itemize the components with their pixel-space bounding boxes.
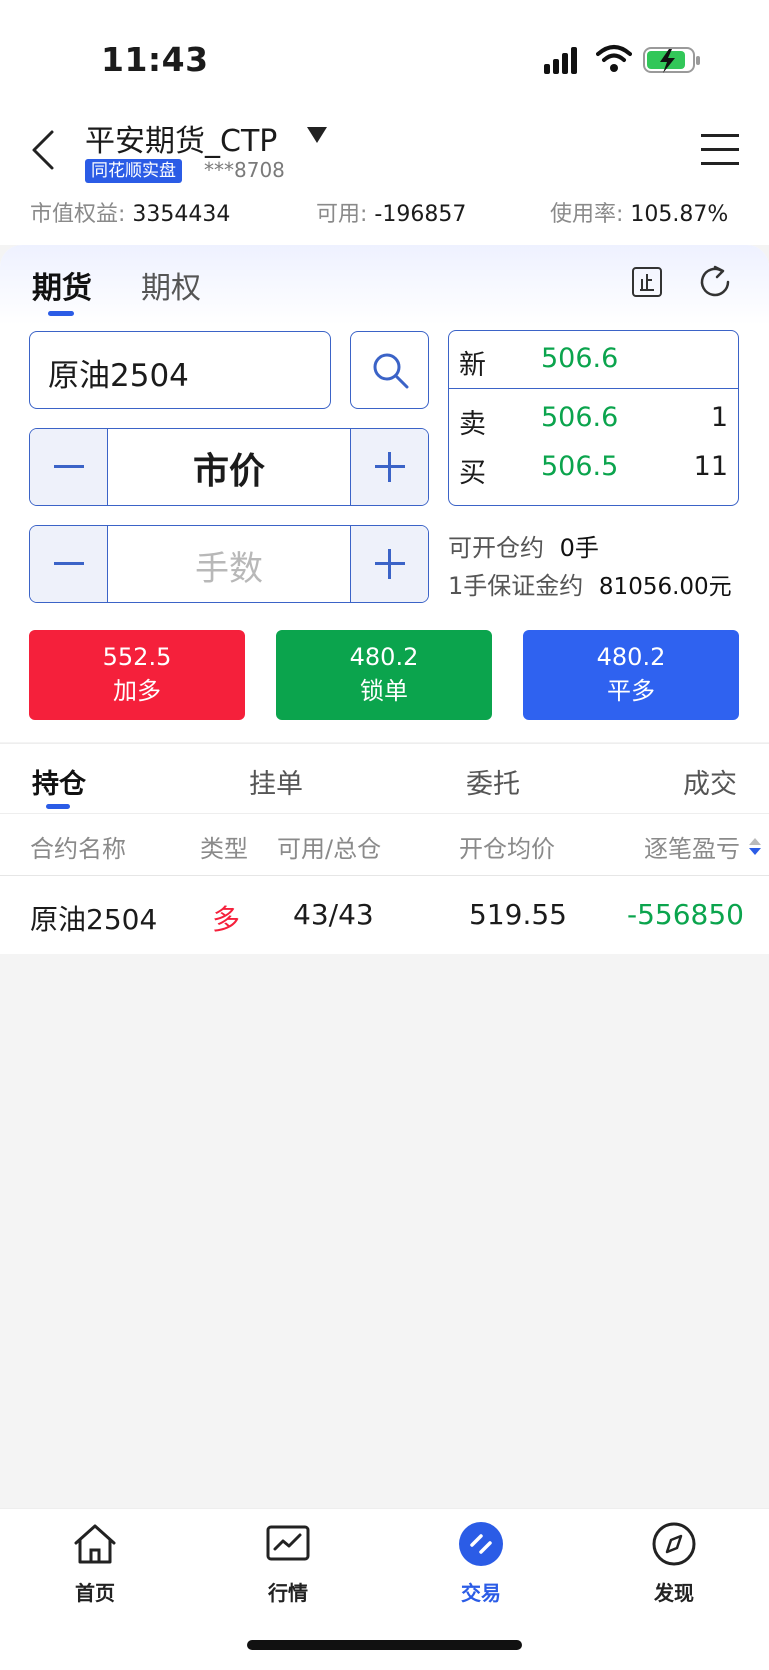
account-title[interactable]: 平安期货_CTP: [85, 116, 277, 160]
margin-value: 81056.00元: [598, 574, 732, 600]
chart-icon: [266, 1525, 310, 1561]
bid-label: 买: [459, 458, 486, 489]
open-info: 可开仓约 0手: [448, 528, 599, 563]
col-contract: 合约名称: [30, 835, 126, 863]
broker-tag: 同花顺实盘: [85, 159, 182, 183]
minus-icon: [53, 465, 84, 468]
add-long-label: 加多: [113, 677, 161, 705]
nav-market-label: 行情: [268, 1581, 308, 1605]
status-time: 11:43: [101, 40, 209, 79]
positions-table-header: 合约名称 类型 可用/总仓 开仓均价 逐笔盈亏: [0, 813, 769, 876]
lock-price: 480.2: [349, 643, 419, 671]
tab-indicator: [46, 804, 70, 809]
lots-input[interactable]: 手数: [108, 526, 350, 602]
plus-icon: [374, 452, 405, 482]
lots-decrease-button[interactable]: [30, 526, 108, 602]
menu-icon[interactable]: [701, 132, 739, 168]
lots-increase-button[interactable]: [350, 526, 428, 602]
add-long-button[interactable]: 552.5 加多: [29, 630, 245, 720]
compass-icon: [652, 1522, 696, 1566]
nav-discover-label: 发现: [654, 1581, 694, 1605]
trade-panel: 期货 期权 原油2504 市价 手数 新 506.6 卖 506.6 1 买 5…: [0, 245, 769, 742]
search-icon: [373, 353, 409, 389]
sort-icon[interactable]: [748, 837, 762, 857]
available-value: -196857: [374, 202, 467, 227]
col-avg-price: 开仓均价: [459, 835, 555, 863]
ask-volume: 1: [710, 402, 728, 433]
row-contract: 原油2504: [30, 903, 158, 936]
back-icon[interactable]: [30, 128, 56, 172]
nav-trade-label: 交易: [461, 1581, 501, 1605]
nav-trade[interactable]: 交易: [426, 1521, 536, 1606]
search-button[interactable]: [350, 331, 429, 409]
open-value: 0手: [559, 534, 599, 562]
wifi-icon: [596, 45, 632, 72]
equity-label: 市值权益:: [30, 202, 126, 227]
nav-discover[interactable]: 发现: [619, 1521, 729, 1606]
contract-value: 原油2504: [48, 358, 189, 394]
available-stat: 可用: -196857: [316, 196, 466, 228]
nav-home[interactable]: 首页: [40, 1521, 150, 1606]
tab-indicator: [48, 311, 74, 316]
contract-input[interactable]: 原油2504: [29, 331, 331, 409]
home-icon: [74, 1524, 116, 1564]
col-pnl[interactable]: 逐笔盈亏: [644, 829, 740, 864]
account-number: ***8708: [204, 158, 285, 182]
add-long-price: 552.5: [102, 643, 172, 671]
tab-options[interactable]: 期权: [141, 263, 201, 307]
lock-label: 锁单: [360, 677, 408, 705]
available-label: 可用:: [316, 202, 368, 227]
open-label: 可开仓约: [448, 534, 544, 562]
signal-icon: [544, 47, 577, 74]
minus-icon: [53, 562, 84, 565]
stop-order-icon[interactable]: [631, 266, 663, 298]
price-stepper[interactable]: 市价: [29, 428, 429, 506]
tab-futures[interactable]: 期货: [32, 263, 92, 307]
tab-positions[interactable]: 持仓: [32, 762, 86, 801]
close-long-button[interactable]: 480.2 平多: [523, 630, 739, 720]
row-pnl: -556850: [627, 898, 744, 931]
caret-down-icon[interactable]: [306, 126, 328, 144]
account-header: 平安期货_CTP 同花顺实盘 ***8708 市值权益: 3354434 可用:…: [0, 110, 769, 245]
plus-icon: [374, 549, 405, 579]
price-increase-button[interactable]: [350, 429, 428, 505]
margin-info: 1手保证金约 81056.00元: [448, 566, 732, 601]
price-value[interactable]: 市价: [108, 429, 350, 505]
equity-value: 3354434: [132, 202, 231, 227]
price-decrease-button[interactable]: [30, 429, 108, 505]
home-indicator[interactable]: [247, 1640, 522, 1650]
ask-label: 卖: [459, 409, 486, 440]
close-long-label: 平多: [607, 677, 655, 705]
tab-pending[interactable]: 挂单: [249, 762, 303, 801]
col-type: 类型: [200, 835, 248, 863]
nav-home-label: 首页: [75, 1581, 115, 1605]
bid-volume: 11: [693, 451, 728, 482]
close-long-price: 480.2: [596, 643, 666, 671]
tab-orders[interactable]: 委托: [466, 762, 520, 801]
usage-label: 使用率:: [550, 202, 624, 227]
trade-icon: [459, 1522, 503, 1566]
position-tabs: 持仓 挂单 委托 成交: [0, 743, 769, 813]
row-available-total: 43/43: [293, 898, 374, 931]
status-bar: 11:43: [0, 0, 769, 110]
usage-stat: 使用率: 105.87%: [550, 196, 728, 228]
table-row[interactable]: 原油2504 多 43/43 519.55 -556850: [0, 876, 769, 954]
margin-label: 1手保证金约: [448, 572, 584, 600]
col-available-total: 可用/总仓: [277, 835, 382, 863]
row-avg-price: 519.55: [469, 898, 567, 931]
tab-trades[interactable]: 成交: [683, 762, 737, 801]
ask-price: 506.6: [541, 402, 619, 433]
refresh-icon[interactable]: [698, 265, 734, 299]
quote-box: 新 506.6 卖 506.6 1 买 506.5 11: [448, 330, 739, 506]
nav-market[interactable]: 行情: [233, 1521, 343, 1606]
usage-value: 105.87%: [630, 202, 729, 227]
last-label: 新: [459, 350, 486, 381]
lock-button[interactable]: 480.2 锁单: [276, 630, 492, 720]
lots-stepper[interactable]: 手数: [29, 525, 429, 603]
bid-price: 506.5: [541, 451, 619, 482]
last-price: 506.6: [541, 343, 619, 374]
row-type: 多: [212, 903, 241, 936]
equity-stat: 市值权益: 3354434: [30, 196, 230, 228]
battery-charging-icon: [643, 47, 700, 73]
